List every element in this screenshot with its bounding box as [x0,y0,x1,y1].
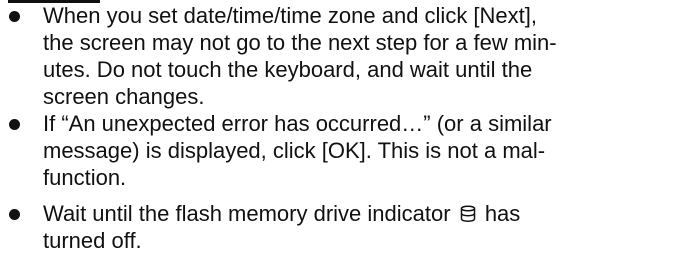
note-line: turned off. [43,228,142,253]
note-line: When you set date/time/time zone and cli… [43,3,538,28]
note-line: Wait until the flash memory drive indica… [43,200,520,227]
note-line: the screen may not go to the next step f… [43,30,557,55]
note-text: has [484,201,521,226]
note-line: function. [43,165,127,190]
document-page: When you set date/time/time zone and cli… [0,0,675,267]
bullet-icon [9,119,20,130]
notes-list: When you set date/time/time zone and cli… [0,0,675,267]
bullet-icon [9,209,20,220]
note-text: Wait until the flash memory drive indica… [43,201,451,226]
bullet-icon [9,11,20,22]
note-line: utes. Do not touch the keyboard, and wai… [43,57,533,82]
flash-memory-drive-indicator-icon [459,202,477,222]
note-line: screen changes. [43,84,205,109]
note-line: If “An unexpected error has occurred…” (… [43,111,552,136]
note-line: message) is displayed, click [OK]. This … [43,138,546,163]
